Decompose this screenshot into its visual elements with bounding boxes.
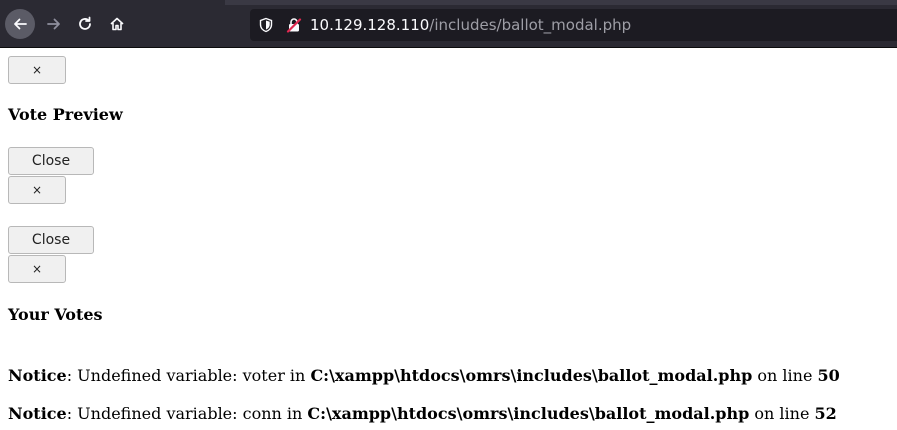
close-button[interactable]: Close [8,226,94,254]
close-x-button[interactable]: × [8,176,66,204]
browser-toolbar: 10.129.128.110/includes/ballot_modal.php [0,0,897,48]
reload-button[interactable] [71,10,99,38]
url-bar[interactable]: 10.129.128.110/includes/ballot_modal.php [250,9,897,41]
tab-strip-edge [225,0,897,5]
home-icon [110,17,124,31]
home-button[interactable] [103,10,131,38]
notice-file: C:\xampp\htdocs\omrs\includes\ballot_mod… [310,366,753,385]
notice-on-line: on line [749,404,815,423]
url-path: /includes/ballot_modal.php [429,16,632,34]
url-host: 10.129.128.110 [310,16,430,34]
back-button[interactable] [5,9,35,39]
notice-on-line: on line [752,366,818,385]
notice-label: Notice [8,404,67,423]
notice-message: : Undefined variable: conn in [66,404,308,423]
arrow-left-icon [14,18,27,30]
close-x-button[interactable]: × [8,56,66,84]
notice-line-number: 50 [817,366,840,385]
close-x-button[interactable]: × [8,255,66,283]
notice-line-number: 52 [814,404,837,423]
vote-preview-heading: Vote Preview [8,105,123,124]
url-text[interactable]: 10.129.128.110/includes/ballot_modal.php [310,15,631,35]
forward-button[interactable] [40,10,68,38]
insecure-lock-icon[interactable] [286,17,302,33]
php-notice: Notice: Undefined variable: voter in C:\… [8,366,840,385]
close-button[interactable]: Close [8,147,94,175]
shield-icon[interactable] [258,17,274,33]
your-votes-heading: Your Votes [8,305,103,324]
notice-label: Notice [8,366,67,385]
arrow-right-icon [47,18,60,30]
php-notice: Notice: Undefined variable: conn in C:\x… [8,404,837,423]
reload-icon [79,16,91,30]
notice-message: : Undefined variable: voter in [66,366,311,385]
notice-file: C:\xampp\htdocs\omrs\includes\ballot_mod… [307,404,750,423]
